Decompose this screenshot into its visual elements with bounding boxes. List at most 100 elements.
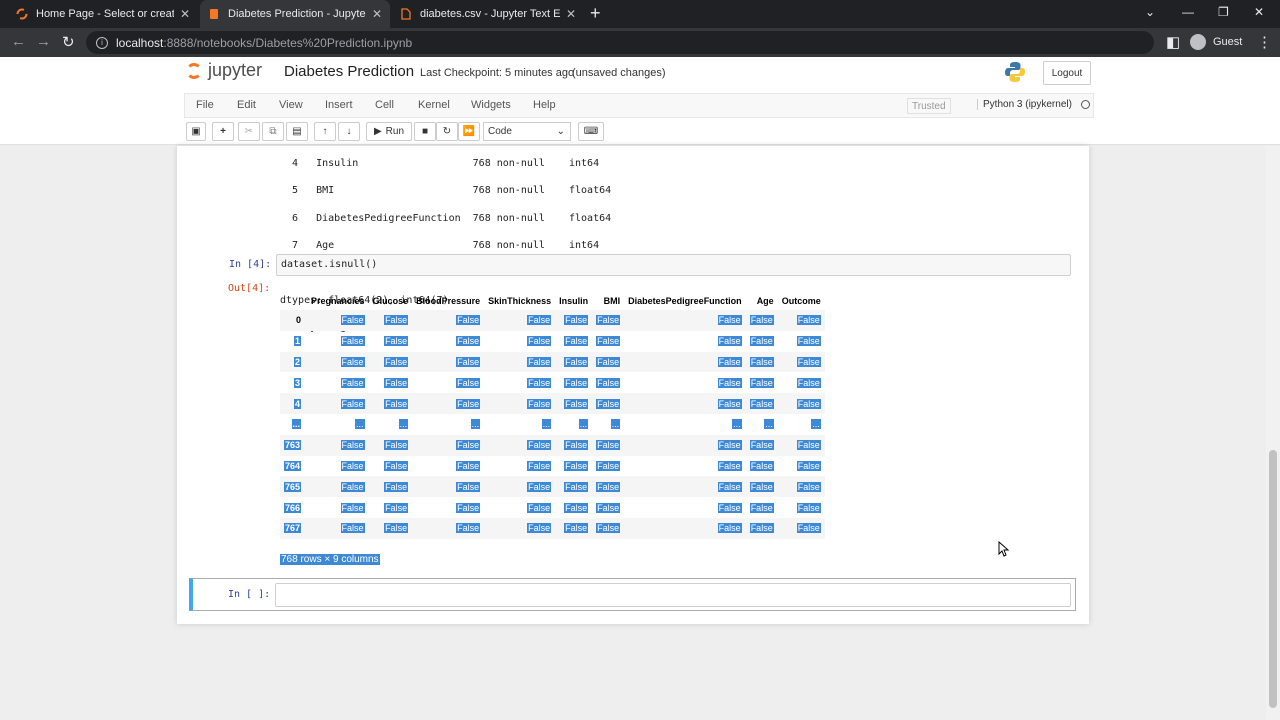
- minimize-icon[interactable]: —: [1182, 5, 1194, 19]
- table-cell: False: [624, 517, 746, 539]
- cell-value: False: [717, 440, 742, 451]
- row-index-label: 767: [284, 523, 302, 534]
- forward-arrow-icon[interactable]: →: [36, 33, 51, 50]
- close-icon[interactable]: ✕: [180, 7, 190, 21]
- reload-icon[interactable]: ↻: [62, 33, 75, 51]
- cell-value: ...: [811, 419, 821, 430]
- save-icon[interactable]: ▣: [186, 122, 206, 141]
- cell-value: False: [340, 440, 365, 451]
- trusted-badge[interactable]: Trusted: [907, 98, 951, 114]
- table-cell: False: [778, 331, 825, 352]
- cell-value: False: [456, 502, 481, 513]
- table-cell: False: [745, 351, 778, 373]
- vertical-scrollbar[interactable]: [1266, 146, 1280, 720]
- column-header: BloodPressure: [416, 296, 481, 306]
- paste-icon[interactable]: ▤: [286, 122, 308, 141]
- cell-value: False: [564, 481, 589, 492]
- table-cell: False: [777, 476, 825, 498]
- cell-value: False: [527, 315, 552, 326]
- row-index-label: 1: [294, 336, 302, 347]
- notebook-name[interactable]: Diabetes Prediction: [284, 63, 414, 80]
- maximize-icon[interactable]: ❐: [1218, 5, 1229, 19]
- cell-value: False: [384, 440, 409, 451]
- jupyter-wordmark: jupyter: [208, 60, 263, 80]
- menu-kernel[interactable]: Kernel: [418, 99, 450, 111]
- active-code-cell[interactable]: In [ ]:: [189, 578, 1076, 611]
- table-cell: False: [369, 456, 413, 477]
- sidebar-icon[interactable]: ◧: [1166, 33, 1180, 51]
- table-cell: ...: [555, 414, 592, 435]
- unsaved-status: (unsaved changes): [572, 67, 666, 79]
- logout-button[interactable]: Logout: [1043, 61, 1091, 85]
- scrollbar-thumb[interactable]: [1269, 450, 1277, 708]
- cell-value: False: [564, 315, 589, 326]
- url-input[interactable]: i localhost:8888/notebooks/Diabetes%20Pr…: [86, 31, 1154, 54]
- table-cell: False: [412, 393, 485, 414]
- cell-value: False: [456, 356, 481, 367]
- menu-edit[interactable]: Edit: [237, 99, 256, 111]
- code-input[interactable]: [275, 583, 1071, 607]
- table-cell: False: [624, 497, 746, 518]
- move-down-icon[interactable]: ↓: [338, 122, 360, 141]
- cell-value: False: [384, 481, 409, 492]
- code-input[interactable]: dataset.isnull(): [276, 254, 1071, 276]
- menu-help[interactable]: Help: [533, 99, 556, 111]
- table-cell: False: [484, 456, 555, 477]
- cell-value: ...: [610, 419, 621, 430]
- tab-diabetes-csv[interactable]: diabetes.csv - Jupyter Text Editor ✕: [392, 0, 584, 28]
- table-cell: False: [778, 497, 825, 518]
- cell-value: False: [749, 336, 774, 347]
- checkpoint-status: Last Checkpoint: 5 minutes ago: [420, 67, 575, 79]
- table-cell: False: [745, 434, 778, 456]
- insert-cell-icon[interactable]: +: [212, 122, 234, 141]
- menu-cell[interactable]: Cell: [375, 99, 394, 111]
- cell-type-select[interactable]: Code ⌄: [483, 122, 571, 141]
- cell-value: False: [527, 336, 552, 347]
- table-cell: False: [624, 456, 746, 477]
- back-arrow-icon[interactable]: ←: [11, 33, 26, 50]
- menu-view[interactable]: View: [279, 99, 303, 111]
- profile-button[interactable]: Guest: [1190, 34, 1242, 50]
- restart-icon[interactable]: ↻: [436, 122, 458, 141]
- close-icon[interactable]: ✕: [372, 7, 382, 21]
- keyboard-icon[interactable]: ⌨: [578, 122, 604, 141]
- kernel-name[interactable]: Python 3 (ipykernel): [977, 99, 1072, 110]
- table-cell: ...: [592, 414, 624, 435]
- table-cell: False: [555, 331, 592, 352]
- table-row: 2 False False False False False False False Fals…: [280, 351, 825, 373]
- more-menu-icon[interactable]: ⋮: [1257, 33, 1272, 51]
- row-index-label: ...: [291, 419, 302, 430]
- cell-value: False: [717, 336, 742, 347]
- table-row: 764 False False False False False False False Fa…: [280, 456, 825, 477]
- chevron-down-icon[interactable]: ⌄: [1145, 5, 1155, 19]
- cell-value: False: [796, 315, 821, 326]
- cut-icon[interactable]: ✂: [238, 122, 260, 141]
- input-prompt: In [ ]:: [228, 589, 271, 600]
- table-cell: False: [778, 456, 825, 477]
- menu-file[interactable]: File: [196, 99, 214, 111]
- copy-icon[interactable]: ⧉: [262, 122, 284, 141]
- tab-diabetes-prediction[interactable]: Diabetes Prediction - Jupyter No ✕: [200, 0, 390, 28]
- table-cell: False: [592, 372, 624, 393]
- site-info-icon[interactable]: i: [96, 36, 108, 49]
- jupyter-logo[interactable]: jupyter: [186, 60, 262, 81]
- table-cell: False: [484, 310, 556, 331]
- python-logo-icon: [1004, 61, 1026, 83]
- row-index-label: 766: [284, 502, 302, 513]
- menu-insert[interactable]: Insert: [325, 99, 353, 111]
- new-tab-button[interactable]: +: [590, 3, 601, 24]
- run-button[interactable]: ▶ Run: [366, 122, 412, 141]
- window-close-icon[interactable]: ✕: [1254, 5, 1264, 19]
- cell-value: False: [749, 356, 774, 367]
- close-icon[interactable]: ✕: [566, 7, 576, 21]
- stop-icon[interactable]: ■: [414, 122, 436, 141]
- table-cell: False: [412, 351, 485, 373]
- move-up-icon[interactable]: ↑: [314, 122, 336, 141]
- output-line: 5 BMI 768 non-null float64: [280, 185, 612, 197]
- menu-widgets[interactable]: Widgets: [471, 99, 511, 111]
- fast-forward-icon[interactable]: ⏩: [458, 122, 480, 141]
- tab-home-page[interactable]: Home Page - Select or create a n ✕: [8, 0, 198, 28]
- cell-value: ...: [541, 419, 552, 430]
- table-cell: ...: [484, 414, 555, 435]
- table-cell: False: [592, 497, 624, 518]
